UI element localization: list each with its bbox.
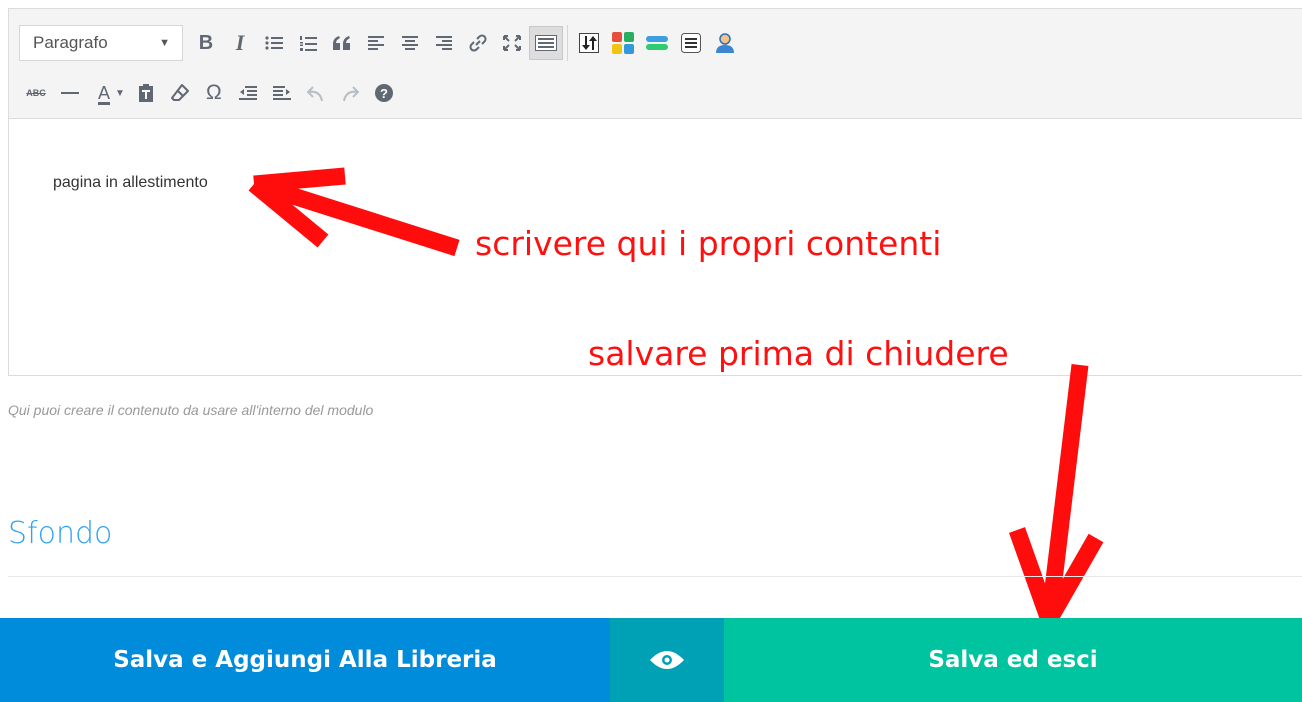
- clear-formatting-button[interactable]: [163, 76, 197, 110]
- toolbar-row-1: Paragrafo ▼ B I: [19, 25, 742, 61]
- strikethrough-button[interactable]: ABC: [19, 76, 53, 110]
- special-character-icon: Ω: [206, 81, 222, 104]
- format-select-value: Paragrafo: [33, 33, 108, 52]
- undo-button[interactable]: [299, 76, 333, 110]
- annotation-write-here: scrivere qui i propri contenti: [475, 224, 942, 263]
- numbered-list-icon: [300, 35, 317, 51]
- columns-shortcode-icon: [612, 32, 634, 54]
- text-color-button[interactable]: A: [87, 76, 121, 110]
- align-center-icon: [402, 36, 418, 50]
- align-left-button[interactable]: [359, 26, 393, 60]
- paste-text-icon: [138, 84, 153, 102]
- text-color-icon: A: [97, 82, 110, 103]
- save-and-exit-button[interactable]: Salva ed esci: [724, 618, 1302, 702]
- align-right-button[interactable]: [427, 26, 461, 60]
- eye-icon: [650, 651, 684, 669]
- italic-button[interactable]: I: [223, 26, 257, 60]
- outdent-button[interactable]: [231, 76, 265, 110]
- strikethrough-icon: ABC: [26, 88, 46, 98]
- horizontal-line-icon: [61, 92, 79, 94]
- user-shortcode-button[interactable]: [708, 26, 742, 60]
- chevron-down-icon: ▼: [159, 37, 170, 49]
- text-block-shortcode-icon: [681, 33, 701, 53]
- text-block-shortcode-button[interactable]: [674, 26, 708, 60]
- editor-content-text[interactable]: pagina in allestimento: [53, 174, 208, 192]
- fullscreen-button[interactable]: [495, 26, 529, 60]
- section-title-background[interactable]: Sfondo: [8, 516, 112, 551]
- align-right-icon: [436, 36, 452, 50]
- align-center-button[interactable]: [393, 26, 427, 60]
- annotation-save-before: salvare prima di chiudere: [588, 334, 1009, 373]
- blockquote-icon: [333, 36, 350, 50]
- special-character-button[interactable]: Ω: [197, 76, 231, 110]
- bullet-list-icon: [265, 36, 283, 50]
- numbered-list-button[interactable]: [291, 26, 325, 60]
- indent-button[interactable]: [265, 76, 299, 110]
- paste-text-button[interactable]: [129, 76, 163, 110]
- bullet-list-button[interactable]: [257, 26, 291, 60]
- blockquote-button[interactable]: [325, 26, 359, 60]
- fullscreen-icon: [503, 35, 521, 51]
- insert-shortcode-icon: [579, 33, 599, 53]
- link-icon: [469, 34, 487, 52]
- link-button[interactable]: [461, 26, 495, 60]
- columns-shortcode-button[interactable]: [606, 26, 640, 60]
- clear-formatting-icon: [170, 84, 189, 101]
- indent-icon: [272, 86, 291, 100]
- format-select[interactable]: Paragrafo ▼: [19, 25, 183, 61]
- editor-toolbar: Paragrafo ▼ B I ABC A ▼ Ω ?: [9, 9, 1302, 119]
- toolbar-toggle-button[interactable]: [529, 26, 563, 60]
- help-icon: ?: [374, 84, 393, 102]
- tabs-shortcode-button[interactable]: [640, 26, 674, 60]
- insert-shortcode-button[interactable]: [572, 26, 606, 60]
- redo-button[interactable]: [333, 76, 367, 110]
- tabs-shortcode-icon: [646, 36, 668, 50]
- help-button[interactable]: ?: [367, 76, 401, 110]
- rich-text-editor: Paragrafo ▼ B I ABC A ▼ Ω ? pagina in al…: [8, 8, 1302, 376]
- help-text: Qui puoi creare il contenuto da usare al…: [8, 402, 374, 418]
- bold-button[interactable]: B: [189, 26, 223, 60]
- toolbar-toggle-icon: [535, 35, 557, 51]
- toolbar-row-2: ABC A ▼ Ω ?: [19, 75, 401, 111]
- save-to-library-button[interactable]: Salva e Aggiungi Alla Libreria: [0, 618, 610, 702]
- align-left-icon: [368, 36, 384, 50]
- user-shortcode-icon: [716, 33, 734, 53]
- modal-footer: Salva e Aggiungi Alla Libreria Salva ed …: [0, 618, 1302, 702]
- outdent-icon: [238, 86, 257, 100]
- section-divider: [8, 576, 1302, 577]
- preview-button[interactable]: [610, 618, 724, 702]
- toolbar-separator: [567, 25, 568, 61]
- italic-icon: I: [235, 30, 245, 55]
- arrow-to-save: [1008, 363, 1104, 625]
- redo-icon: [342, 86, 359, 102]
- horizontal-line-button[interactable]: [53, 76, 87, 110]
- undo-icon: [306, 86, 323, 102]
- svg-text:?: ?: [380, 86, 388, 101]
- bold-icon: B: [198, 31, 214, 54]
